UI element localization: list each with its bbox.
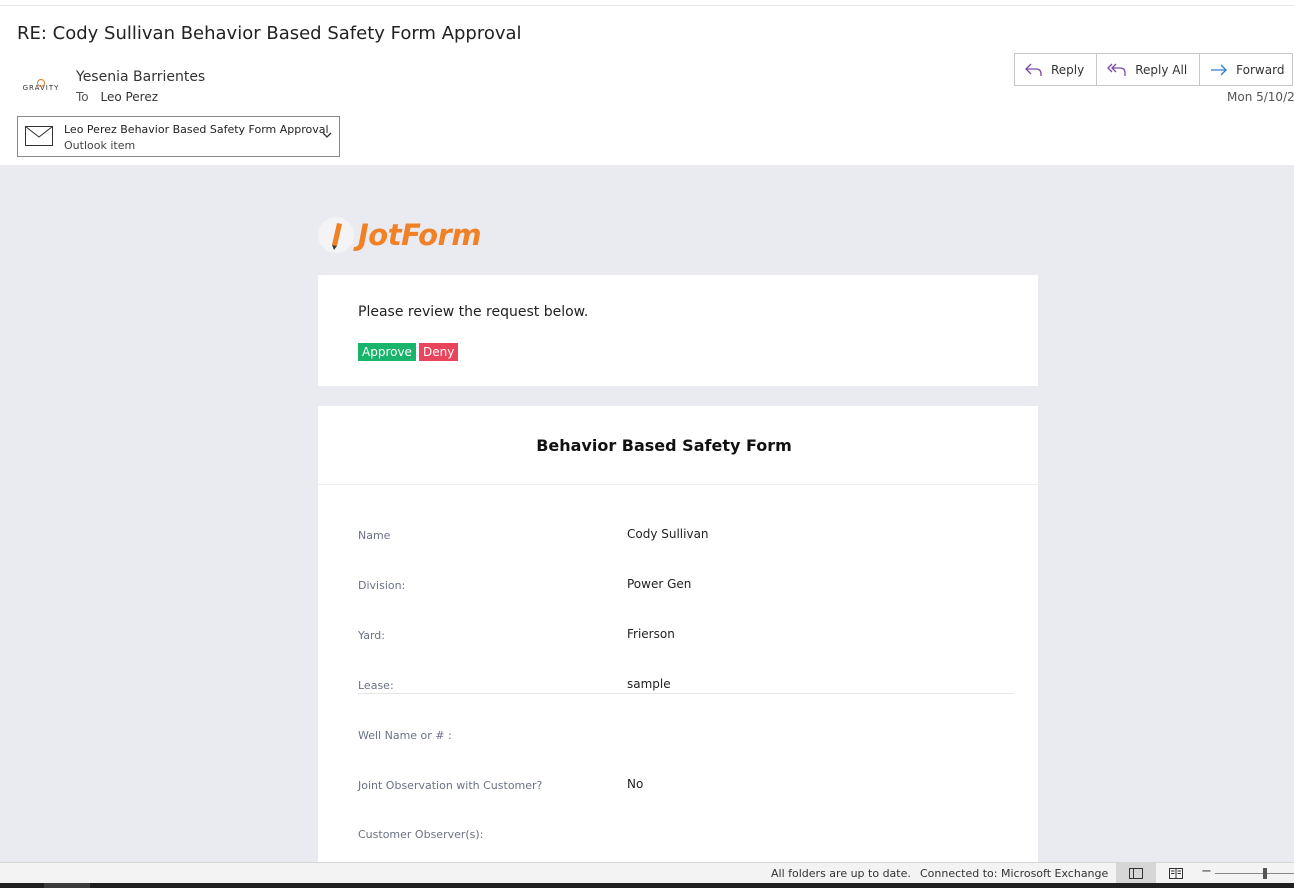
message-actions-toolbar: Reply Reply All Forward bbox=[1014, 53, 1294, 86]
field-value: No bbox=[627, 777, 644, 791]
reply-button[interactable]: Reply bbox=[1015, 54, 1098, 85]
field-label: Yard: bbox=[358, 629, 385, 642]
form-row-joint-observation: Joint Observation with Customer? No bbox=[358, 774, 1014, 794]
attachment-type: Outlook item bbox=[64, 139, 136, 152]
sender-name[interactable]: Yesenia Barrientes bbox=[76, 69, 205, 85]
normal-view-icon bbox=[1129, 868, 1143, 879]
field-label: Well Name or # : bbox=[358, 729, 452, 742]
forward-label: Forward bbox=[1236, 62, 1285, 77]
field-label: Division: bbox=[358, 579, 406, 592]
approve-button[interactable]: Approve bbox=[358, 343, 416, 361]
attachment-title: Leo Perez Behavior Based Safety Form App… bbox=[64, 123, 329, 136]
field-label: Lease: bbox=[358, 679, 394, 692]
form-row-name: Name Cody Sullivan bbox=[358, 524, 1014, 544]
zoom-slider[interactable] bbox=[1215, 873, 1294, 874]
form-row-yard: Yard: Frierson bbox=[358, 624, 1014, 644]
jotform-pencil-icon bbox=[318, 217, 354, 253]
email-body: JotForm Please review the request below.… bbox=[0, 165, 1294, 862]
jotform-logo: JotForm bbox=[318, 217, 482, 253]
form-row-lease: Lease: sample bbox=[358, 674, 1014, 694]
field-value: sample bbox=[627, 677, 671, 691]
attachment-item[interactable]: Leo Perez Behavior Based Safety Form App… bbox=[17, 116, 340, 157]
window-top-edge bbox=[0, 0, 1294, 6]
zoom-out-icon[interactable]: − bbox=[1201, 864, 1212, 879]
form-row-division: Division: Power Gen bbox=[358, 574, 1014, 594]
form-divider bbox=[318, 484, 1038, 485]
reading-view-icon bbox=[1169, 868, 1183, 879]
field-value: Cody Sullivan bbox=[627, 527, 709, 541]
reply-all-label: Reply All bbox=[1135, 62, 1188, 77]
zoom-slider-thumb[interactable] bbox=[1263, 868, 1267, 879]
field-label: Name bbox=[358, 529, 391, 542]
form-row-well-name: Well Name or # : bbox=[358, 724, 1014, 744]
row-divider bbox=[358, 693, 1014, 694]
connection-status[interactable]: Connected to: Microsoft Exchange bbox=[920, 867, 1108, 880]
field-value: Frierson bbox=[627, 627, 675, 641]
forward-button[interactable]: Forward bbox=[1200, 54, 1292, 85]
to-label: To bbox=[76, 90, 89, 104]
email-subject: RE: Cody Sullivan Behavior Based Safety … bbox=[17, 23, 522, 44]
recipient-row: To Leo Perez bbox=[76, 90, 158, 104]
approval-card: Please review the request below. Approve… bbox=[318, 275, 1038, 386]
field-value: Power Gen bbox=[627, 577, 692, 591]
forward-icon bbox=[1211, 64, 1228, 75]
taskbar bbox=[0, 883, 1294, 888]
recipient-name[interactable]: Leo Perez bbox=[100, 90, 158, 104]
logo-mark-icon bbox=[37, 79, 45, 87]
normal-view-button[interactable] bbox=[1116, 863, 1156, 884]
reply-label: Reply bbox=[1051, 62, 1085, 77]
reply-icon bbox=[1025, 63, 1042, 76]
field-label: Customer Observer(s): bbox=[358, 828, 484, 841]
folder-status: All folders are up to date. bbox=[771, 867, 911, 880]
reply-all-icon bbox=[1107, 63, 1126, 76]
chevron-down-icon[interactable] bbox=[322, 131, 332, 139]
reply-all-button[interactable]: Reply All bbox=[1097, 54, 1201, 85]
form-title: Behavior Based Safety Form bbox=[536, 436, 792, 455]
envelope-icon bbox=[25, 126, 53, 146]
taskbar-active-app[interactable] bbox=[44, 883, 90, 888]
review-text: Please review the request below. bbox=[358, 304, 589, 320]
form-row-customer-observers: Customer Observer(s): bbox=[358, 823, 1014, 843]
deny-button[interactable]: Deny bbox=[419, 343, 459, 361]
status-bar: All folders are up to date. Connected to… bbox=[0, 862, 1294, 884]
email-date: Mon 5/10/20 bbox=[1227, 90, 1294, 104]
sender-avatar-logo: GRAVITY bbox=[18, 79, 64, 95]
jotform-logo-text: JotForm bbox=[358, 218, 482, 252]
reading-view-button[interactable] bbox=[1164, 863, 1188, 884]
form-card: Behavior Based Safety Form Name Cody Sul… bbox=[318, 406, 1038, 862]
field-label: Joint Observation with Customer? bbox=[358, 779, 543, 792]
